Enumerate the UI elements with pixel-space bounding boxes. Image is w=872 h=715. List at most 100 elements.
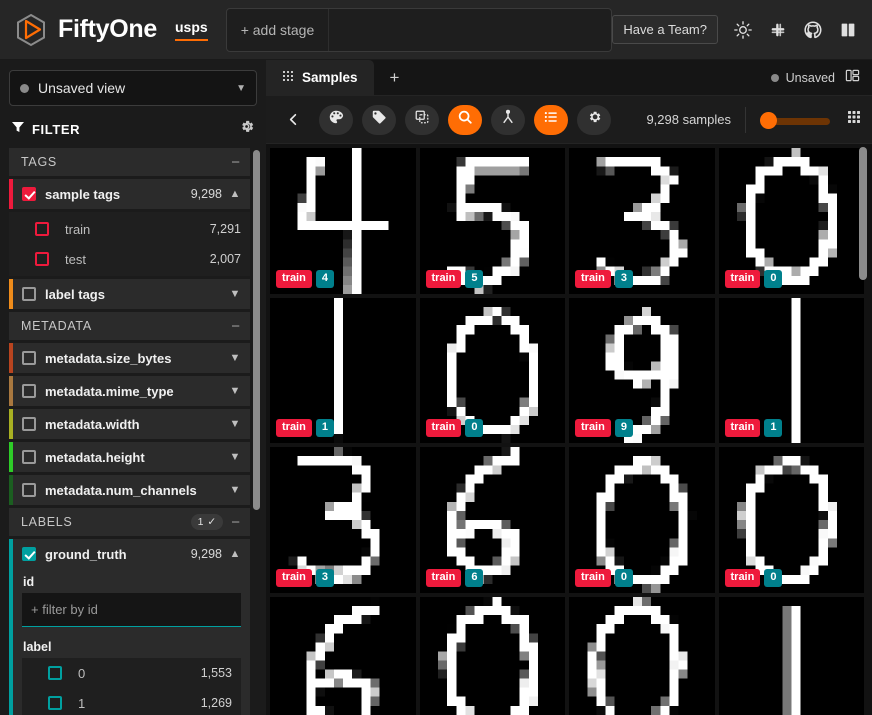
value-checkbox[interactable]	[35, 252, 49, 266]
value-checkbox[interactable]	[35, 222, 49, 236]
section-header-labels[interactable]: LABELS 1 ✓ −	[9, 508, 250, 536]
zoom-slider[interactable]	[760, 111, 830, 129]
sample-cell[interactable]: train 5	[419, 148, 565, 294]
similarity-sort-button[interactable]	[491, 104, 525, 135]
sample-tag-badge: train	[276, 269, 312, 288]
view-status-dot	[20, 83, 29, 93]
field-row-sample-tags[interactable]: sample tags 9,298 ▲	[9, 179, 250, 209]
field-checkbox[interactable]	[22, 384, 36, 398]
header-actions: Have a Team?	[612, 15, 858, 44]
chevron-down-icon[interactable]: ▼	[229, 418, 241, 430]
dataset-name[interactable]: usps	[175, 19, 208, 41]
ground-truth-label-badge: 0	[465, 419, 484, 437]
sample-tags: train 0	[575, 568, 633, 587]
list-item[interactable]: train 7,291	[9, 214, 250, 244]
docs-book-icon[interactable]	[837, 19, 858, 40]
field-checkbox[interactable]	[22, 187, 36, 201]
tab-samples[interactable]: Samples	[266, 60, 374, 95]
color-settings-button[interactable]	[319, 104, 353, 135]
sample-cell[interactable]: train6	[419, 447, 565, 593]
sample-cell[interactable]: train0	[419, 596, 565, 715]
list-item[interactable]: test 2,007	[9, 244, 250, 274]
sample-cell[interactable]: train1	[718, 596, 864, 715]
add-stage-button[interactable]: + add stage	[227, 8, 330, 51]
sample-cell[interactable]: train0	[419, 297, 565, 443]
chevron-down-icon[interactable]: ▼	[229, 451, 241, 463]
minus-icon[interactable]: −	[231, 515, 240, 530]
field-checkbox[interactable]	[22, 483, 36, 497]
sample-cell[interactable]: train0	[718, 148, 864, 294]
view-stage-bar[interactable]: + add stage	[225, 7, 613, 52]
sample-grid-container[interactable]: train 4 train 5 train 3 train 0 train 1 train 0 trai…	[266, 144, 872, 715]
filter-by-id-input[interactable]: + filter by id	[22, 593, 241, 627]
sample-cell[interactable]: train 3	[270, 447, 416, 593]
field-row-metadata-height[interactable]: metadata.height ▼	[9, 442, 250, 472]
tag-button[interactable]	[362, 104, 396, 135]
sample-tags-values: train 7,291 test 2,007	[9, 212, 250, 276]
chevron-down-icon[interactable]: ▼	[229, 385, 241, 397]
sample-cell[interactable]: train 3	[569, 148, 715, 294]
value-checkbox[interactable]	[48, 696, 62, 710]
chevron-down-icon[interactable]: ▼	[229, 484, 241, 496]
sun-icon[interactable]	[732, 19, 753, 40]
field-row-metadata-mime-type[interactable]: metadata.mime_type ▼	[9, 376, 250, 406]
list-item[interactable]: 0 1,553	[22, 658, 241, 688]
section-header-tags[interactable]: TAGS −	[9, 148, 250, 176]
ground-truth-label-badge: 0	[764, 269, 783, 288]
field-checkbox[interactable]	[22, 547, 36, 561]
unsaved-dot	[770, 73, 779, 82]
back-button[interactable]	[276, 105, 310, 135]
field-visibility-button[interactable]	[534, 104, 568, 135]
field-checkbox[interactable]	[22, 287, 36, 301]
section-title: METADATA	[21, 319, 92, 333]
slider-knob[interactable]	[760, 111, 777, 129]
sample-tags: train 3	[575, 269, 633, 288]
sample-cell[interactable]: train0	[569, 596, 715, 715]
grid-scrollbar[interactable]	[859, 147, 867, 280]
search-similarity-button[interactable]	[448, 104, 482, 135]
chevron-down-icon[interactable]: ▼	[236, 83, 246, 94]
split-panel-icon[interactable]	[845, 68, 860, 88]
have-a-team-button[interactable]: Have a Team?	[612, 15, 718, 44]
ground-truth-label-badge: 0	[764, 568, 783, 587]
value-checkbox[interactable]	[48, 666, 62, 680]
labels-active-badge: 1 ✓	[190, 514, 224, 530]
field-checkbox[interactable]	[22, 417, 36, 431]
view-selector-label: Unsaved view	[38, 80, 126, 96]
settings-button[interactable]	[577, 104, 611, 135]
section-header-metadata[interactable]: METADATA −	[9, 312, 250, 340]
sample-cell[interactable]: train1	[270, 297, 416, 443]
sample-cell[interactable]: train1	[718, 297, 864, 443]
field-row-metadata-size-bytes[interactable]: metadata.size_bytes ▼	[9, 343, 250, 373]
minus-icon[interactable]: −	[231, 155, 240, 170]
sidebar-scrollbar[interactable]	[253, 150, 260, 510]
list-item[interactable]: 1 1,269	[22, 688, 241, 715]
palette-icon	[328, 109, 344, 130]
slack-icon[interactable]	[767, 19, 788, 40]
github-icon[interactable]	[802, 19, 823, 40]
sidebar-scroll-area[interactable]: TAGS − sample tags 9,298 ▲ train 7,291 t…	[0, 148, 266, 715]
sample-cell[interactable]: train6	[270, 596, 416, 715]
field-row-metadata-width[interactable]: metadata.width ▼	[9, 409, 250, 439]
chevron-down-icon[interactable]: ▼	[229, 352, 241, 364]
grid-icon[interactable]	[846, 109, 862, 130]
add-tab-button[interactable]: +	[374, 60, 416, 95]
sample-cell[interactable]: train 9	[569, 297, 715, 443]
chevron-down-icon[interactable]: ▼	[229, 288, 241, 300]
sample-tag-badge: train	[425, 568, 462, 587]
gear-icon[interactable]	[238, 118, 255, 140]
field-row-metadata-num-channels[interactable]: metadata.num_channels ▼	[9, 475, 250, 505]
sample-cell[interactable]: train0	[718, 447, 864, 593]
field-checkbox[interactable]	[22, 450, 36, 464]
sample-cell[interactable]: train 4	[270, 148, 416, 294]
field-row-ground-truth[interactable]: ground_truth 9,298 ▲	[13, 539, 250, 569]
view-selector[interactable]: Unsaved view ▼	[9, 70, 257, 106]
field-checkbox[interactable]	[22, 351, 36, 365]
minus-icon[interactable]: −	[231, 319, 240, 334]
chevron-up-icon[interactable]: ▲	[229, 548, 241, 560]
sample-cell[interactable]: train0	[569, 447, 715, 593]
label-value-list: 0 1,553 1 1,269	[22, 658, 241, 715]
chevron-up-icon[interactable]: ▲	[229, 188, 241, 200]
field-row-label-tags[interactable]: label tags ▼	[9, 279, 250, 309]
patches-button[interactable]	[405, 104, 439, 135]
